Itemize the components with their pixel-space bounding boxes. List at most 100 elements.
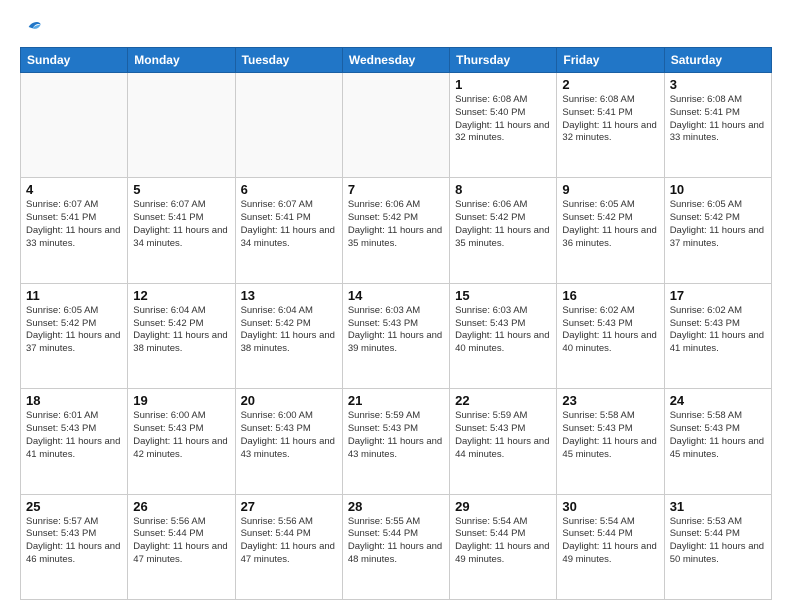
day-number: 25 [26, 499, 122, 514]
weekday-header-sunday: Sunday [21, 48, 128, 73]
day-number: 12 [133, 288, 229, 303]
day-info: Sunrise: 5:54 AMSunset: 5:44 PMDaylight:… [562, 516, 658, 567]
calendar-week-row: 4 Sunrise: 6:07 AMSunset: 5:41 PMDaylight… [21, 178, 772, 283]
day-info: Sunrise: 5:58 AMSunset: 5:43 PMDaylight:… [562, 410, 658, 461]
calendar-day-22: 22Sunrise: 5:59 AMSunset: 5:43 PMDayligh… [450, 389, 557, 494]
day-info: Sunrise: 6:02 AMSunset: 5:43 PMDaylight:… [562, 305, 658, 356]
day-info: Sunrise: 5:55 AMSunset: 5:44 PMDaylight:… [348, 516, 444, 567]
day-number: 3 [670, 77, 766, 92]
calendar-week-row: 25 Sunrise: 5:57 AMSunset: 5:43 PMDayligh… [21, 494, 772, 599]
day-number: 20 [241, 393, 337, 408]
weekday-header-row: SundayMondayTuesdayWednesdayThursdayFrid… [21, 48, 772, 73]
calendar-day-28: 28Sunrise: 5:55 AMSunset: 5:44 PMDayligh… [342, 494, 449, 599]
calendar-day-11: 11Sunrise: 6:05 AMSunset: 5:42 PMDayligh… [21, 283, 128, 388]
day-info: Sunrise: 6:00 AMSunset: 5:43 PMDaylight:… [133, 410, 229, 461]
weekday-header-monday: Monday [128, 48, 235, 73]
weekday-header-saturday: Saturday [664, 48, 771, 73]
calendar-day-9: 9 Sunrise: 6:05 AMSunset: 5:42 PMDaylight… [557, 178, 664, 283]
calendar-day-23: 23 Sunrise: 5:58 AMSunset: 5:43 PMDayligh… [557, 389, 664, 494]
calendar-day-29: 29Sunrise: 5:54 AMSunset: 5:44 PMDayligh… [450, 494, 557, 599]
day-info: Sunrise: 6:08 AMSunset: 5:41 PMDaylight:… [562, 94, 658, 145]
calendar-empty-cell [21, 73, 128, 178]
calendar-day-19: 19 Sunrise: 6:00 AMSunset: 5:43 PMDayligh… [128, 389, 235, 494]
day-number: 6 [241, 182, 337, 197]
day-number: 1 [455, 77, 551, 92]
calendar-day-17: 17Sunrise: 6:02 AMSunset: 5:43 PMDayligh… [664, 283, 771, 388]
calendar-day-10: 10 Sunrise: 6:05 AMSunset: 5:42 PMDayligh… [664, 178, 771, 283]
day-info: Sunrise: 6:03 AMSunset: 5:43 PMDaylight:… [348, 305, 444, 356]
day-number: 8 [455, 182, 551, 197]
calendar-day-6: 6 Sunrise: 6:07 AMSunset: 5:41 PMDaylight… [235, 178, 342, 283]
calendar-day-16: 16 Sunrise: 6:02 AMSunset: 5:43 PMDayligh… [557, 283, 664, 388]
calendar-day-24: 24 Sunrise: 5:58 AMSunset: 5:43 PMDayligh… [664, 389, 771, 494]
day-info: Sunrise: 6:07 AMSunset: 5:41 PMDaylight:… [133, 199, 229, 250]
calendar-day-30: 30Sunrise: 5:54 AMSunset: 5:44 PMDayligh… [557, 494, 664, 599]
weekday-header-wednesday: Wednesday [342, 48, 449, 73]
day-info: Sunrise: 6:01 AMSunset: 5:43 PMDaylight:… [26, 410, 122, 461]
day-info: Sunrise: 5:56 AMSunset: 5:44 PMDaylight:… [241, 516, 337, 567]
calendar-week-row: 18 Sunrise: 6:01 AMSunset: 5:43 PMDayligh… [21, 389, 772, 494]
day-number: 21 [348, 393, 444, 408]
calendar-day-31: 31 Sunrise: 5:53 AMSunset: 5:44 PMDayligh… [664, 494, 771, 599]
calendar-day-26: 26 Sunrise: 5:56 AMSunset: 5:44 PMDayligh… [128, 494, 235, 599]
day-info: Sunrise: 6:06 AMSunset: 5:42 PMDaylight:… [455, 199, 551, 250]
calendar-day-25: 25 Sunrise: 5:57 AMSunset: 5:43 PMDayligh… [21, 494, 128, 599]
calendar-day-15: 15 Sunrise: 6:03 AMSunset: 5:43 PMDayligh… [450, 283, 557, 388]
day-info: Sunrise: 6:03 AMSunset: 5:43 PMDaylight:… [455, 305, 551, 356]
day-info: Sunrise: 6:04 AMSunset: 5:42 PMDaylight:… [241, 305, 337, 356]
day-info: Sunrise: 5:58 AMSunset: 5:43 PMDaylight:… [670, 410, 766, 461]
day-number: 11 [26, 288, 122, 303]
calendar-day-8: 8 Sunrise: 6:06 AMSunset: 5:42 PMDaylight… [450, 178, 557, 283]
day-number: 15 [455, 288, 551, 303]
day-info: Sunrise: 5:57 AMSunset: 5:43 PMDaylight:… [26, 516, 122, 567]
day-number: 7 [348, 182, 444, 197]
header [20, 16, 772, 37]
day-number: 24 [670, 393, 766, 408]
calendar-empty-cell [128, 73, 235, 178]
calendar-day-12: 12Sunrise: 6:04 AMSunset: 5:42 PMDayligh… [128, 283, 235, 388]
calendar-table: SundayMondayTuesdayWednesdayThursdayFrid… [20, 47, 772, 600]
day-number: 18 [26, 393, 122, 408]
calendar-empty-cell [235, 73, 342, 178]
day-number: 13 [241, 288, 337, 303]
day-number: 17 [670, 288, 766, 303]
day-info: Sunrise: 6:05 AMSunset: 5:42 PMDaylight:… [562, 199, 658, 250]
day-info: Sunrise: 5:56 AMSunset: 5:44 PMDaylight:… [133, 516, 229, 567]
day-info: Sunrise: 6:07 AMSunset: 5:41 PMDaylight:… [241, 199, 337, 250]
weekday-header-friday: Friday [557, 48, 664, 73]
day-info: Sunrise: 6:06 AMSunset: 5:42 PMDaylight:… [348, 199, 444, 250]
logo-text [20, 16, 42, 37]
day-number: 26 [133, 499, 229, 514]
day-info: Sunrise: 6:08 AMSunset: 5:41 PMDaylight:… [670, 94, 766, 145]
day-info: Sunrise: 6:07 AMSunset: 5:41 PMDaylight:… [26, 199, 122, 250]
day-number: 23 [562, 393, 658, 408]
day-info: Sunrise: 5:59 AMSunset: 5:43 PMDaylight:… [348, 410, 444, 461]
day-number: 4 [26, 182, 122, 197]
day-number: 27 [241, 499, 337, 514]
logo-bird-icon [22, 17, 42, 37]
day-number: 31 [670, 499, 766, 514]
day-info: Sunrise: 5:59 AMSunset: 5:43 PMDaylight:… [455, 410, 551, 461]
weekday-header-tuesday: Tuesday [235, 48, 342, 73]
day-info: Sunrise: 5:53 AMSunset: 5:44 PMDaylight:… [670, 516, 766, 567]
calendar-day-13: 13 Sunrise: 6:04 AMSunset: 5:42 PMDayligh… [235, 283, 342, 388]
calendar-day-20: 20 Sunrise: 6:00 AMSunset: 5:43 PMDayligh… [235, 389, 342, 494]
day-number: 10 [670, 182, 766, 197]
calendar-day-18: 18 Sunrise: 6:01 AMSunset: 5:43 PMDayligh… [21, 389, 128, 494]
day-number: 16 [562, 288, 658, 303]
day-number: 2 [562, 77, 658, 92]
calendar-day-3: 3 Sunrise: 6:08 AMSunset: 5:41 PMDaylight… [664, 73, 771, 178]
calendar-day-14: 14 Sunrise: 6:03 AMSunset: 5:43 PMDayligh… [342, 283, 449, 388]
day-number: 9 [562, 182, 658, 197]
day-number: 14 [348, 288, 444, 303]
day-info: Sunrise: 6:00 AMSunset: 5:43 PMDaylight:… [241, 410, 337, 461]
day-info: Sunrise: 6:05 AMSunset: 5:42 PMDaylight:… [670, 199, 766, 250]
day-number: 29 [455, 499, 551, 514]
calendar-day-1: 1 Sunrise: 6:08 AMSunset: 5:40 PMDaylight… [450, 73, 557, 178]
day-number: 19 [133, 393, 229, 408]
page: SundayMondayTuesdayWednesdayThursdayFrid… [0, 0, 792, 612]
calendar-empty-cell [342, 73, 449, 178]
day-number: 5 [133, 182, 229, 197]
calendar-week-row: 11Sunrise: 6:05 AMSunset: 5:42 PMDayligh… [21, 283, 772, 388]
day-info: Sunrise: 6:08 AMSunset: 5:40 PMDaylight:… [455, 94, 551, 145]
